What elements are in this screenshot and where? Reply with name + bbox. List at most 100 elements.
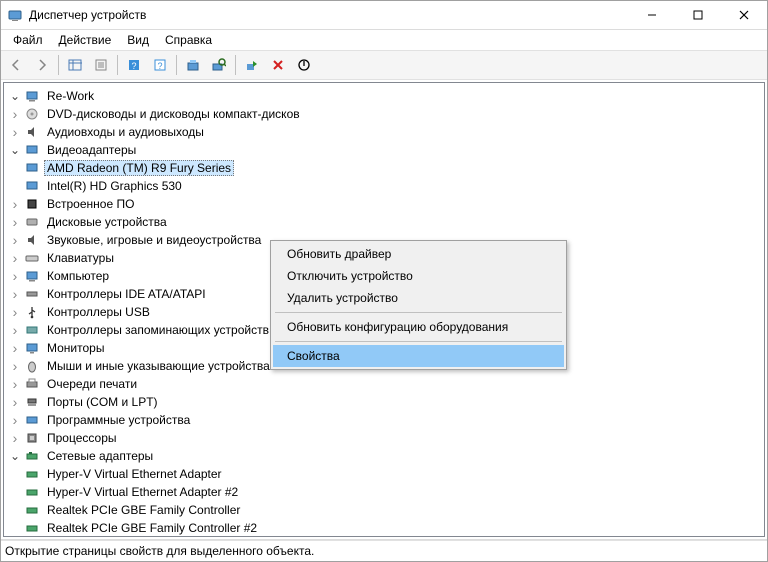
context-menu-properties[interactable]: Свойства <box>273 345 564 367</box>
node-label: Hyper-V Virtual Ethernet Adapter #2 <box>44 484 241 500</box>
context-menu-disable-device[interactable]: Отключить устройство <box>273 265 564 287</box>
uninstall-device-button[interactable] <box>266 53 290 77</box>
tree-node[interactable]: Hyper-V Virtual Ethernet Adapter #2 <box>8 483 764 501</box>
node-label: Контроллеры USB <box>44 304 153 320</box>
tree-node[interactable]: DVD-дисководы и дисководы компакт-дисков <box>8 105 764 123</box>
storage-controller-icon <box>24 322 40 338</box>
tree-node-video-adapters[interactable]: Видеоадаптеры <box>8 141 764 159</box>
help-topic-button[interactable]: ? <box>148 53 172 77</box>
disable-device-button[interactable] <box>292 53 316 77</box>
software-device-icon <box>24 412 40 428</box>
context-menu-uninstall-device[interactable]: Удалить устройство <box>273 287 564 309</box>
expand-collapse-icon[interactable] <box>8 215 22 229</box>
tree-node-intel-hd[interactable]: Intel(R) HD Graphics 530 <box>8 177 764 195</box>
back-button[interactable] <box>4 53 28 77</box>
expand-collapse-icon[interactable] <box>8 197 22 211</box>
node-label: Программные устройства <box>44 412 193 428</box>
tree-node[interactable]: Hyper-V Virtual Ethernet Adapter <box>8 465 764 483</box>
show-hide-tree-button[interactable] <box>63 53 87 77</box>
expand-collapse-icon[interactable] <box>8 449 22 463</box>
menu-help[interactable]: Справка <box>157 31 220 49</box>
node-label: Intel(R) HD Graphics 530 <box>44 178 185 194</box>
help-button[interactable]: ? <box>122 53 146 77</box>
menu-file[interactable]: Файл <box>5 31 51 49</box>
node-label: Realtek PCIe GBE Family Controller <box>44 502 243 518</box>
expand-collapse-icon[interactable] <box>8 143 22 157</box>
properties-button[interactable] <box>89 53 113 77</box>
tree-node-network-adapters[interactable]: Сетевые адаптеры <box>8 447 764 465</box>
context-menu-separator <box>275 312 562 313</box>
computer-icon <box>24 88 40 104</box>
update-driver-button[interactable] <box>181 53 205 77</box>
menubar: Файл Действие Вид Справка <box>1 30 767 50</box>
tree-node[interactable]: Realtek PCIe GBE Family Controller <box>8 501 764 519</box>
ide-controller-icon <box>24 286 40 302</box>
menu-view[interactable]: Вид <box>119 31 157 49</box>
expand-collapse-icon[interactable] <box>8 359 22 373</box>
node-label: Звуковые, игровые и видеоустройства <box>44 232 264 248</box>
tree-node[interactable]: Аудиовходы и аудиовыходы <box>8 123 764 141</box>
expand-collapse-icon[interactable] <box>8 269 22 283</box>
tree-node[interactable]: Порты (COM и LPT) <box>8 393 764 411</box>
titlebar: Диспетчер устройств <box>1 1 767 30</box>
tree-node[interactable]: Дисковые устройства <box>8 213 764 231</box>
node-label: Мыши и иные указывающие устройства <box>44 358 273 374</box>
client-area: Re-Work DVD-дисководы и дисководы компак… <box>1 80 767 540</box>
node-label: Порты (COM и LPT) <box>44 394 161 410</box>
context-menu-update-driver[interactable]: Обновить драйвер <box>273 243 564 265</box>
tree-node[interactable]: Программные устройства <box>8 411 764 429</box>
tree-node[interactable]: Процессоры <box>8 429 764 447</box>
expand-collapse-icon[interactable] <box>8 89 22 103</box>
expand-collapse-icon[interactable] <box>8 323 22 337</box>
network-adapter-icon <box>24 466 40 482</box>
node-label: Очереди печати <box>44 376 140 392</box>
monitor-icon <box>24 340 40 356</box>
statusbar: Открытие страницы свойств для выделенног… <box>1 540 767 561</box>
tree-node[interactable]: Встроенное ПО <box>8 195 764 213</box>
expand-collapse-icon[interactable] <box>8 233 22 247</box>
expand-collapse-icon[interactable] <box>8 413 22 427</box>
expand-collapse-icon[interactable] <box>8 431 22 445</box>
context-menu-scan-hardware[interactable]: Обновить конфигурацию оборудования <box>273 316 564 338</box>
expand-collapse-icon[interactable] <box>8 377 22 391</box>
node-label: Hyper-V Virtual Ethernet Adapter <box>44 466 225 482</box>
tree-node[interactable]: Очереди печати <box>8 375 764 393</box>
expand-collapse-icon[interactable] <box>8 341 22 355</box>
maximize-button[interactable] <box>675 1 721 29</box>
close-button[interactable] <box>721 1 767 29</box>
tree-node[interactable]: Realtek PCIe GBE Family Controller #2 <box>8 519 764 537</box>
toolbar: ? ? <box>1 50 767 80</box>
sound-icon <box>24 232 40 248</box>
menu-action[interactable]: Действие <box>51 31 120 49</box>
context-menu-separator <box>275 341 562 342</box>
node-label: Компьютер <box>44 268 112 284</box>
tree-node-root[interactable]: Re-Work <box>8 87 764 105</box>
toolbar-separator <box>235 55 236 75</box>
forward-button[interactable] <box>30 53 54 77</box>
node-label: Аудиовходы и аудиовыходы <box>44 124 207 140</box>
toolbar-separator <box>117 55 118 75</box>
node-label: Дисковые устройства <box>44 214 170 230</box>
expand-collapse-icon[interactable] <box>8 107 22 121</box>
expand-collapse-icon[interactable] <box>8 125 22 139</box>
status-text: Открытие страницы свойств для выделенног… <box>5 544 314 558</box>
window-controls <box>629 1 767 29</box>
node-label: Клавиатуры <box>44 250 117 266</box>
node-label: AMD Radeon (TM) R9 Fury Series <box>44 160 234 176</box>
scan-hardware-button[interactable] <box>207 53 231 77</box>
node-label: Встроенное ПО <box>44 196 137 212</box>
node-label: Контроллеры запоминающих устройств <box>44 322 272 338</box>
minimize-button[interactable] <box>629 1 675 29</box>
network-adapter-icon <box>24 502 40 518</box>
enable-device-button[interactable] <box>240 53 264 77</box>
expand-collapse-icon[interactable] <box>8 251 22 265</box>
node-label: Re-Work <box>44 88 97 104</box>
expand-collapse-icon[interactable] <box>8 287 22 301</box>
expand-collapse-icon[interactable] <box>8 395 22 409</box>
tree-node-amd-radeon[interactable]: AMD Radeon (TM) R9 Fury Series <box>8 159 764 177</box>
node-label: Видеоадаптеры <box>44 142 139 158</box>
mouse-icon <box>24 358 40 374</box>
audio-icon <box>24 124 40 140</box>
expand-collapse-icon[interactable] <box>8 305 22 319</box>
node-label: Процессоры <box>44 430 120 446</box>
